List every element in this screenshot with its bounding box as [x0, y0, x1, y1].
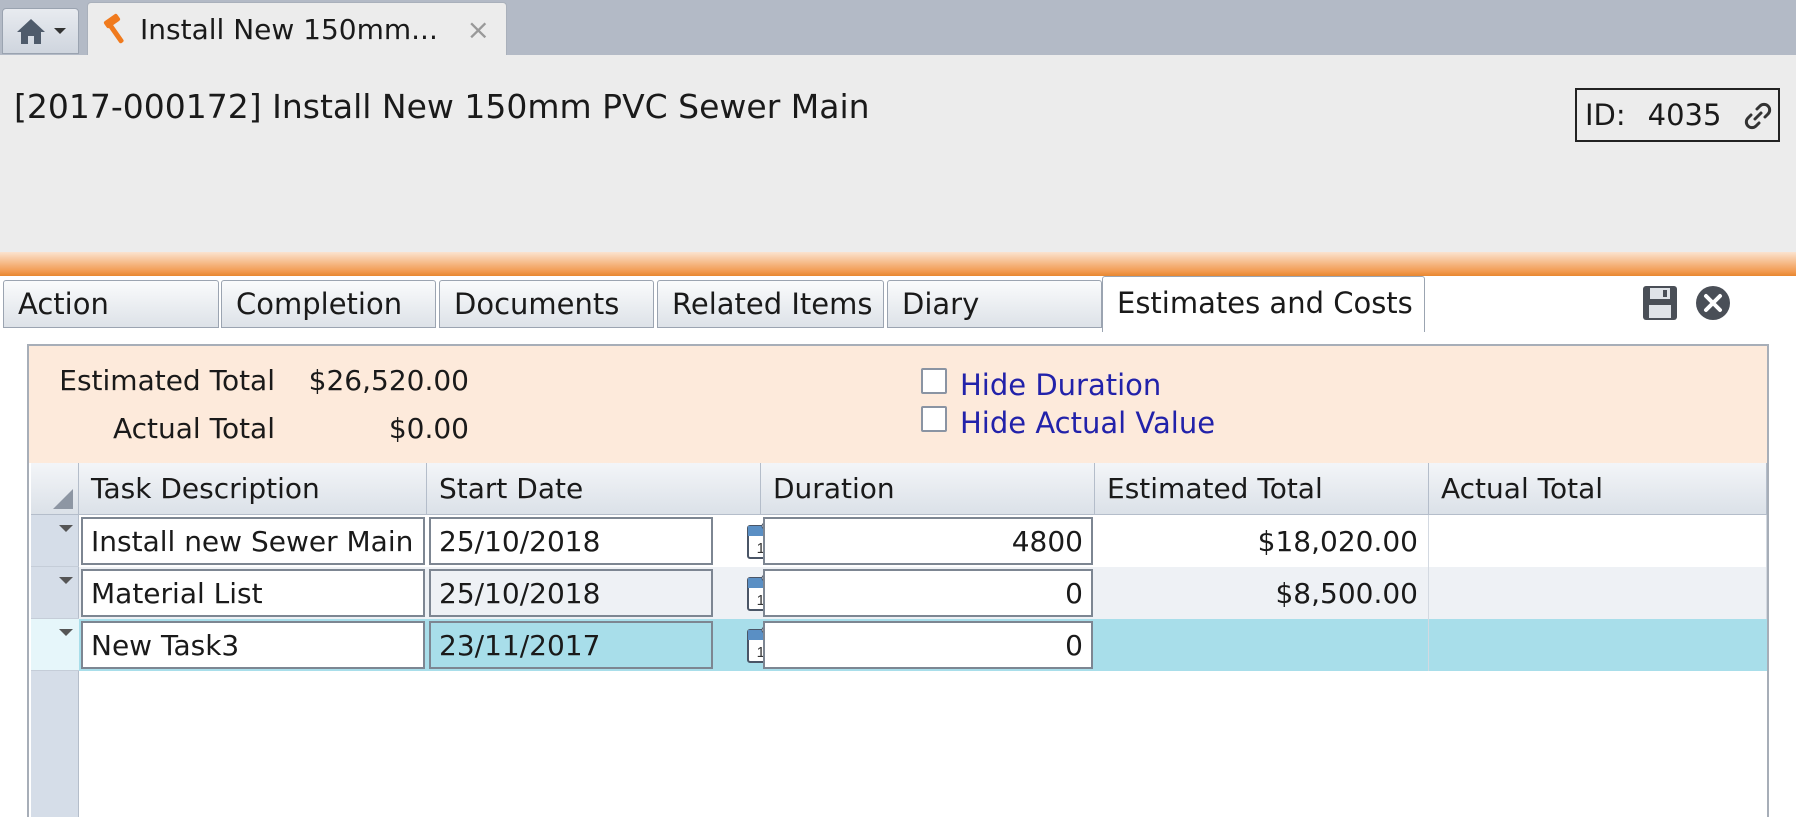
column-header-start-date[interactable]: Start Date: [427, 463, 761, 515]
row-indicator[interactable]: [31, 515, 79, 567]
tasks-grid: Task Description Start Date Duration Est…: [31, 463, 1767, 817]
table-row[interactable]: Install new Sewer Main 25/10/2018 15 480…: [79, 515, 1767, 567]
duration-field[interactable]: 4800: [763, 517, 1093, 565]
tab-documents[interactable]: Documents: [439, 280, 654, 328]
estimates-panel: Estimated Total $26,520.00 Actual Total …: [27, 344, 1769, 817]
actual-total-cell: [1429, 515, 1767, 567]
tab-diary[interactable]: Diary: [887, 280, 1102, 328]
row-indicator[interactable]: [31, 619, 79, 671]
row-indicator[interactable]: [31, 567, 79, 619]
accent-divider: [0, 252, 1796, 276]
estimated-total-label: Estimated Total: [59, 364, 275, 397]
hide-duration-label[interactable]: Hide Duration: [960, 368, 1161, 402]
record-id-box: ID: 4035: [1575, 88, 1780, 142]
estimated-total-cell: $18,020.00: [1095, 515, 1429, 567]
column-header-actual-total[interactable]: Actual Total: [1429, 463, 1767, 515]
record-header: [2017-000172] Install New 150mm PVC Sewe…: [0, 55, 1796, 252]
document-tab[interactable]: Install New 150mm... ×: [87, 2, 507, 55]
start-date-field[interactable]: 25/10/2018: [429, 569, 713, 617]
tab-estimates-and-costs[interactable]: Estimates and Costs: [1102, 276, 1425, 332]
tab-completion[interactable]: Completion: [221, 280, 436, 328]
start-date-field[interactable]: 23/11/2017: [429, 621, 713, 669]
table-row[interactable]: Material List 25/10/2018 15 0 $8,500.00: [79, 567, 1767, 619]
document-tab-strip: Install New 150mm... ×: [0, 0, 1796, 55]
id-value: 4035: [1647, 98, 1722, 132]
duration-field[interactable]: 0: [763, 621, 1093, 669]
link-icon[interactable]: [1742, 100, 1774, 132]
chevron-down-icon: [53, 28, 66, 34]
task-description-field[interactable]: Material List: [81, 569, 425, 617]
column-header-task-description[interactable]: Task Description: [79, 463, 427, 515]
actual-total-label: Actual Total: [112, 412, 275, 445]
duration-field[interactable]: 0: [763, 569, 1093, 617]
corner-triangle-icon: [53, 489, 73, 509]
actual-total-cell: [1429, 567, 1767, 619]
home-menu-button[interactable]: [2, 8, 79, 54]
hide-actual-value-checkbox[interactable]: [921, 406, 947, 432]
hide-duration-checkbox[interactable]: [921, 368, 947, 394]
document-tab-title: Install New 150mm...: [140, 12, 438, 46]
task-description-field[interactable]: Install new Sewer Main: [81, 517, 425, 565]
hide-actual-value-label[interactable]: Hide Actual Value: [960, 406, 1215, 440]
section-tabs: Action Completion Documents Related Item…: [0, 276, 1796, 332]
tab-action[interactable]: Action: [3, 280, 219, 328]
hammer-icon: [103, 13, 124, 44]
select-all-corner[interactable]: [31, 463, 79, 515]
estimated-total-cell: $8,500.00: [1095, 567, 1429, 619]
totals-summary: Estimated Total $26,520.00 Actual Total …: [29, 346, 1767, 463]
estimated-total-cell: [1095, 619, 1429, 671]
page-title: [2017-000172] Install New 150mm PVC Sewe…: [14, 87, 870, 126]
id-label: ID:: [1585, 98, 1626, 132]
home-icon: [16, 19, 45, 44]
column-header-duration[interactable]: Duration: [761, 463, 1095, 515]
start-date-field[interactable]: 25/10/2018: [429, 517, 713, 565]
table-row-selected[interactable]: New Task3 23/11/2017 15 0: [79, 619, 1767, 671]
close-tab-icon[interactable]: ×: [467, 13, 490, 46]
tab-related-items[interactable]: Related Items: [657, 280, 884, 328]
save-icon[interactable]: [1641, 284, 1679, 322]
close-circle-icon[interactable]: [1694, 284, 1732, 322]
column-header-estimated-total[interactable]: Estimated Total: [1095, 463, 1429, 515]
task-description-field[interactable]: New Task3: [81, 621, 425, 669]
actual-total-cell: [1429, 619, 1767, 671]
estimated-total-value: $26,520.00: [308, 364, 469, 397]
actual-total-value: $0.00: [388, 412, 469, 445]
